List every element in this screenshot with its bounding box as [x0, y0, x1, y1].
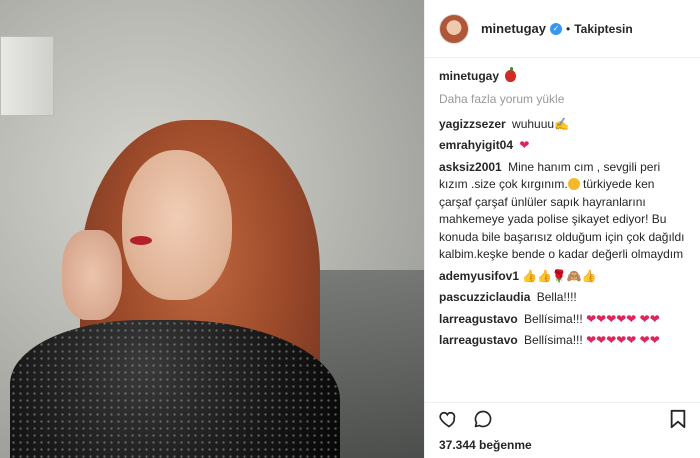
header-separator: • [566, 21, 571, 36]
thumbs-up-rose-emoji-icon: 👍👍🌹🙈👍 [522, 268, 597, 283]
comment-item: pascuzziclaudia Bella!!!! [439, 289, 689, 307]
comment-item: asksiz2001 Mine hanım cım , sevgili peri… [439, 159, 689, 264]
bookmark-icon[interactable] [669, 409, 687, 433]
comment-username[interactable]: larreagustavo [439, 333, 518, 347]
photo-hand [62, 230, 122, 320]
photo-lips [130, 236, 152, 245]
comment-item: emrahyigit04 ❤ [439, 137, 689, 155]
comment-item: yagizzsezer wuhuuu✍ [439, 116, 689, 134]
sad-face-icon [567, 178, 580, 191]
comment-item: larreagustavo Bellísima!!! ❤❤❤❤❤ ❤❤ [439, 332, 689, 350]
post-sidebar: minetugay ✓ • Takiptesin minetugay Daha … [424, 0, 700, 458]
heart-icon: ❤ [519, 138, 530, 153]
comment-text: Bella!!!! [536, 290, 577, 305]
post-photo[interactable] [0, 0, 424, 458]
comment-item: ademyusifov1 👍👍🌹🙈👍 [439, 268, 689, 286]
load-more-comments-button[interactable]: Daha fazla yorum yükle [439, 92, 689, 106]
comment-text: Bellísima!!! [524, 333, 583, 348]
caption: minetugay [439, 67, 689, 86]
comment-username[interactable]: ademyusifov1 [439, 269, 519, 283]
comment-username[interactable]: larreagustavo [439, 312, 518, 326]
following-button[interactable]: Takiptesin [574, 22, 632, 36]
photo-air-conditioner [0, 36, 54, 116]
comment-text: Bellísima!!! [524, 311, 583, 326]
comment-item: larreagustavo Bellísima!!! ❤❤❤❤❤ ❤❤ [439, 311, 689, 329]
comment-username[interactable]: yagizzsezer [439, 117, 506, 131]
comment-bubble-icon[interactable] [473, 409, 493, 433]
comment-username[interactable]: emrahyigit04 [439, 138, 513, 152]
comment-username[interactable]: asksiz2001 [439, 160, 502, 174]
verified-badge-icon: ✓ [550, 22, 563, 35]
instagram-post: minetugay ✓ • Takiptesin minetugay Daha … [0, 0, 700, 458]
photo-face [122, 150, 232, 300]
comment-text: wuhuuu [512, 116, 555, 131]
post-header: minetugay ✓ • Takiptesin [425, 0, 700, 58]
comments-list: minetugay Daha fazla yorum yükle yagizzs… [425, 58, 700, 402]
caption-username[interactable]: minetugay [439, 69, 499, 83]
likes-count[interactable]: 37.344 beğenme [439, 438, 532, 452]
apple-icon [505, 67, 517, 82]
comment-username[interactable]: pascuzziclaudia [439, 290, 530, 304]
header-username[interactable]: minetugay [481, 21, 546, 36]
post-actions [425, 402, 700, 432]
avatar[interactable] [439, 13, 469, 44]
heart-outline-icon[interactable] [439, 409, 459, 433]
writing-hand-icon: ✍ [554, 116, 570, 131]
heart-icon: ❤❤❤❤❤ ❤❤ [586, 311, 660, 326]
heart-icon: ❤❤❤❤❤ ❤❤ [586, 333, 660, 348]
